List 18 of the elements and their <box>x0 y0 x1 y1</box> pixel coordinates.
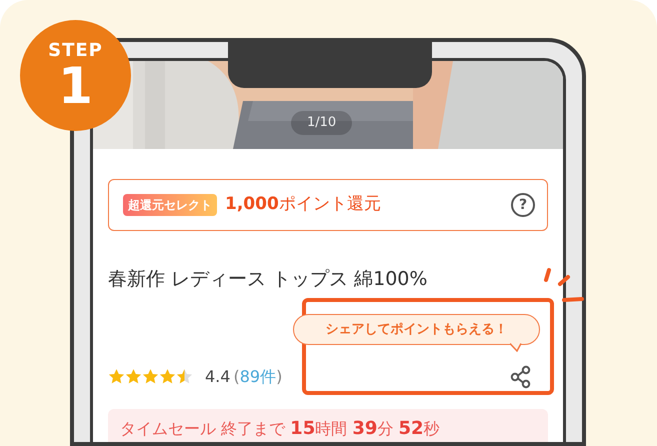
rating-score: 4.4 <box>205 366 230 388</box>
product-title: 春新作 レディース トップス 綿100% <box>108 267 428 292</box>
promo-tag: 超還元セレクト <box>123 194 217 216</box>
time-sale-text: タイムセール 終了まで 15時間 39分 52秒 <box>120 417 440 441</box>
step-label: STEP <box>48 40 103 60</box>
point-text: 1,000ポイント還元 <box>225 193 381 216</box>
review-count-close: ) <box>276 366 282 388</box>
review-count-open: ( <box>233 366 240 388</box>
page-indicator: 1/10 <box>291 111 352 135</box>
share-icon[interactable] <box>510 364 532 388</box>
star-icon <box>176 368 193 385</box>
star-icon <box>108 368 125 385</box>
step-number: 1 <box>58 60 93 110</box>
star-icon <box>125 368 142 385</box>
tooltip-text: シェアしてポイントもらえる！ <box>326 320 508 339</box>
star-icon <box>142 368 159 385</box>
star-icon <box>159 368 176 385</box>
help-icon[interactable]: ? <box>511 193 535 217</box>
